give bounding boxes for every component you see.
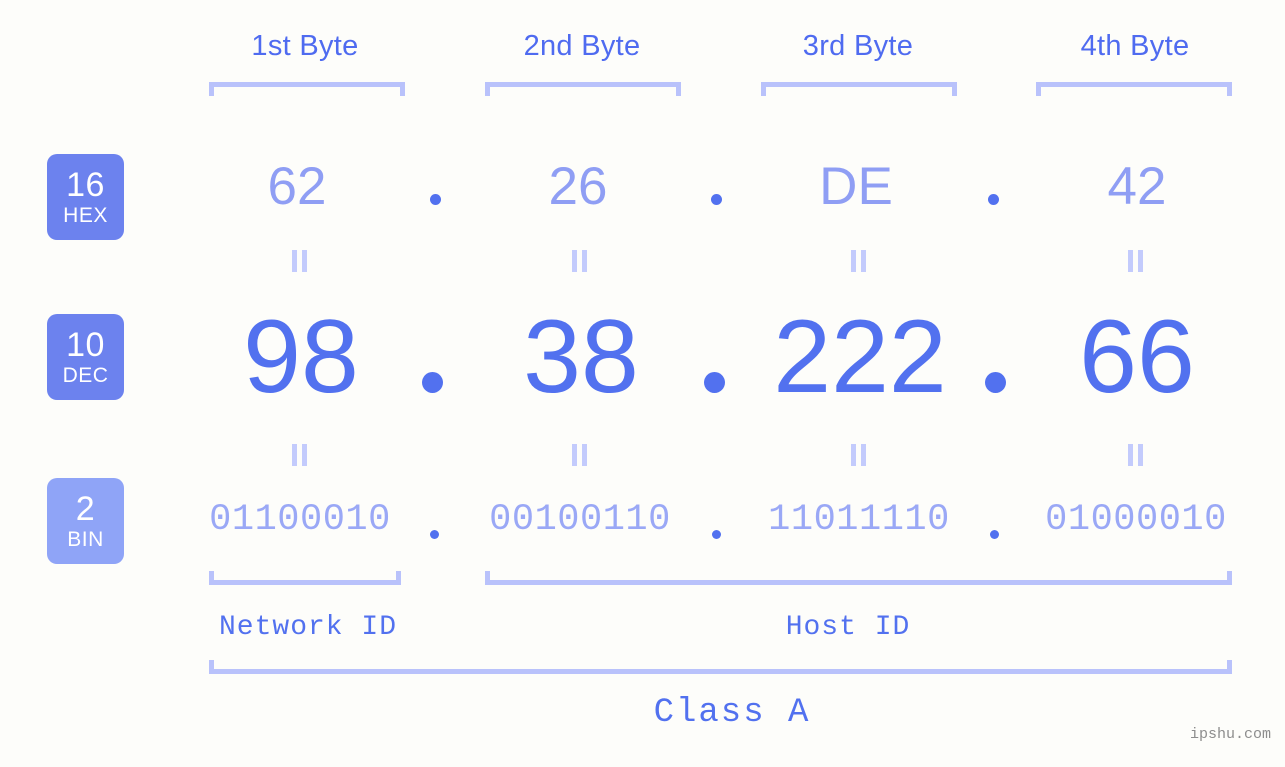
hex-byte-2: 26 [548, 157, 608, 216]
equals-mark-dec-bin-1 [292, 444, 308, 466]
equals-mark-hex-dec-4 [1128, 250, 1144, 272]
byte-header-3: 3rd Byte [802, 30, 914, 62]
hex-separator-1 [430, 194, 441, 205]
network-id-bracket [209, 571, 401, 585]
base-badge-hex: 16 HEX [47, 154, 124, 240]
dec-separator-2 [704, 372, 725, 393]
dec-byte-1: 98 [243, 299, 359, 415]
equals-mark-hex-dec-3 [851, 250, 867, 272]
host-id-bracket [485, 571, 1232, 585]
hex-byte-3: DE [819, 157, 893, 216]
dec-byte-2: 38 [523, 299, 639, 415]
equals-mark-dec-bin-3 [851, 444, 867, 466]
byte-header-2: 2nd Byte [523, 30, 641, 62]
hex-byte-1: 62 [267, 157, 327, 216]
base-badge-dec: 10 DEC [47, 314, 124, 400]
bin-separator-3 [990, 530, 999, 539]
dec-separator-3 [985, 372, 1006, 393]
base-badge-bin-label: BIN [67, 528, 104, 551]
bin-separator-1 [430, 530, 439, 539]
bin-byte-3: 11011110 [768, 499, 950, 541]
base-badge-bin: 2 BIN [47, 478, 124, 564]
host-id-label: Host ID [785, 612, 911, 643]
base-badge-dec-number: 10 [66, 326, 105, 364]
byte-bracket-4 [1036, 82, 1232, 96]
base-badge-dec-label: DEC [62, 364, 109, 387]
bin-byte-2: 00100110 [489, 499, 671, 541]
dec-byte-3: 222 [773, 299, 947, 415]
class-bracket [209, 660, 1232, 674]
equals-mark-hex-dec-2 [572, 250, 588, 272]
byte-bracket-2 [485, 82, 681, 96]
dec-separator-1 [422, 372, 443, 393]
byte-header-1: 1st Byte [251, 30, 359, 62]
bin-separator-2 [712, 530, 721, 539]
hex-separator-3 [988, 194, 999, 205]
base-badge-hex-label: HEX [63, 204, 108, 227]
base-badge-hex-number: 16 [66, 166, 105, 204]
bin-byte-1: 01100010 [209, 499, 391, 541]
byte-bracket-1 [209, 82, 405, 96]
byte-bracket-3 [761, 82, 957, 96]
hex-separator-2 [711, 194, 722, 205]
ip-breakdown-diagram: 1st Byte 2nd Byte 3rd Byte 4th Byte 16 H… [0, 0, 1285, 767]
base-badge-bin-number: 2 [75, 490, 96, 528]
class-label: Class A [653, 694, 811, 732]
dec-byte-4: 66 [1079, 299, 1195, 415]
byte-header-4: 4th Byte [1080, 30, 1190, 62]
equals-mark-dec-bin-2 [572, 444, 588, 466]
equals-mark-hex-dec-1 [292, 250, 308, 272]
hex-byte-4: 42 [1107, 157, 1167, 216]
bin-byte-4: 01000010 [1045, 499, 1227, 541]
watermark: ipshu.com [1189, 726, 1271, 743]
network-id-label: Network ID [218, 612, 398, 643]
equals-mark-dec-bin-4 [1128, 444, 1144, 466]
